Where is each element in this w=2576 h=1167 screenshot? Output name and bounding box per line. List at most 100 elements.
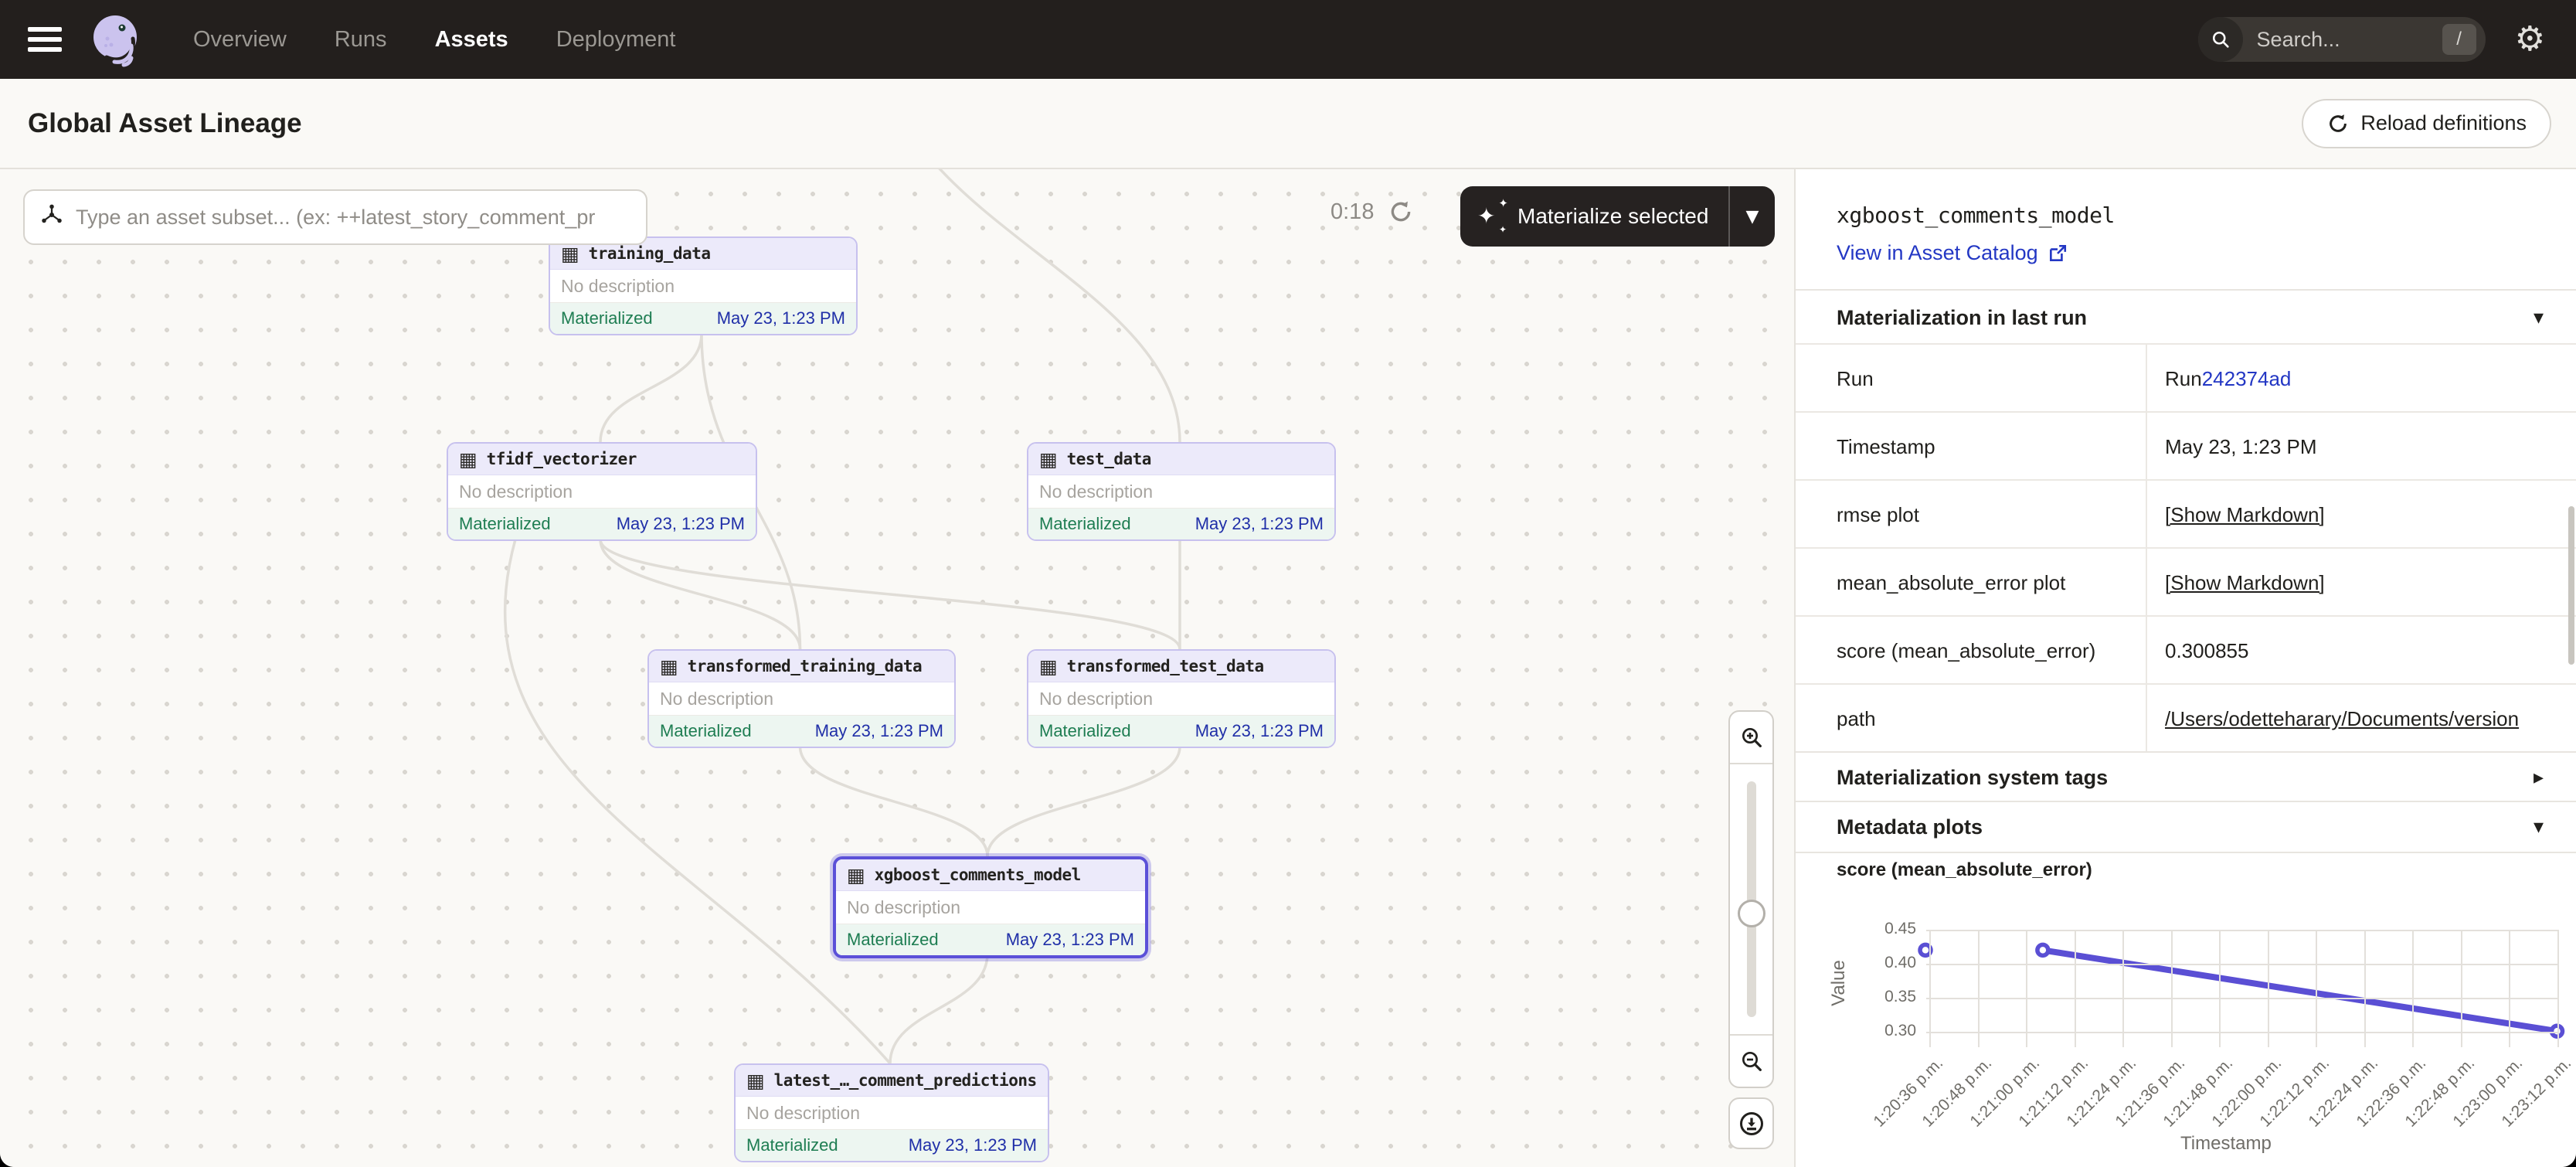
refresh-icon[interactable] (1388, 199, 1414, 225)
metadata-value: /Users/odetteharary/Documents/version (2165, 685, 2574, 753)
materialization-time: May 23, 1:23 PM (1195, 514, 1324, 534)
metadata-value: Run 242374ad (2165, 345, 2574, 413)
metadata-link[interactable]: /Users/odetteharary/Documents/version (2165, 707, 2519, 731)
asset-graph-icon (40, 203, 63, 231)
metadata-row-rmse-plot: rmse plot [Show Markdown] (1796, 479, 2576, 547)
asset-description: No description (1028, 682, 1334, 716)
metadata-row-mean-absolute-error-plot: mean_absolute_error plot [Show Markdown] (1796, 547, 2576, 615)
asset-title: xgboost_comments_model (1837, 202, 2115, 228)
zoom-controls (1728, 710, 1774, 1088)
section-metadata-plots[interactable]: Metadata plots ▾ (1796, 801, 2576, 853)
asset-description: No description (649, 682, 954, 716)
view-in-asset-catalog-link[interactable]: View in Asset Catalog (1837, 241, 2068, 265)
table-icon: ▦ (746, 1071, 765, 1090)
metadata-label: score (mean_absolute_error) (1837, 617, 2095, 685)
chevron-down-icon: ▾ (2534, 306, 2544, 329)
nav-tab-deployment[interactable]: Deployment (556, 27, 676, 53)
graph-toolbar: Type an asset subset... (ex: ++latest_st… (0, 169, 1794, 254)
asset-description: No description (1028, 475, 1334, 509)
metadata-value: [Show Markdown] (2165, 549, 2574, 617)
asset-name: test_data (1067, 450, 1151, 468)
metadata-row-Timestamp: Timestamp May 23, 1:23 PM (1796, 411, 2576, 479)
dagster-logo-icon[interactable] (83, 8, 147, 71)
search-placeholder: Search... (2257, 28, 2442, 52)
metadata-link[interactable]: [Show Markdown] (2165, 503, 2325, 527)
asset-description: No description (736, 1097, 1048, 1130)
materialize-dropdown-caret[interactable]: ▼ (1730, 207, 1775, 226)
metadata-label: path (1837, 685, 1876, 753)
status-badge: Materialized (746, 1135, 838, 1155)
asset-filter-input[interactable]: Type an asset subset... (ex: ++latest_st… (23, 189, 647, 245)
asset-name: xgboost_comments_model (875, 866, 1081, 884)
materialization-time: May 23, 1:23 PM (617, 514, 745, 534)
panel-scrollbar[interactable] (2568, 506, 2574, 665)
status-badge: Materialized (1039, 514, 1131, 534)
metadata-label: mean_absolute_error plot (1837, 549, 2065, 617)
menu-icon[interactable] (28, 27, 62, 52)
search-icon (2198, 17, 2243, 62)
chevron-down-icon: ▾ (2534, 815, 2544, 839)
asset-node-xgboost_comments_model[interactable]: ▦ xgboost_comments_model No description … (833, 856, 1148, 958)
settings-gear-icon[interactable]: ⚙ (2515, 22, 2545, 56)
asset-name: transformed_test_data (1067, 657, 1264, 675)
asset-name: latest_…_comment_predictions (774, 1071, 1037, 1090)
table-icon: ▦ (459, 450, 477, 469)
run-id-link[interactable]: 242374ad (2202, 367, 2292, 391)
chevron-right-icon: ▸ (2534, 766, 2544, 789)
page-title: Global Asset Lineage (28, 108, 302, 139)
chart-y-tick: 0.35 (1856, 988, 1916, 1006)
metadata-label: Run (1837, 345, 1874, 413)
global-search-input[interactable]: Search... / (2198, 17, 2486, 62)
metadata-label: rmse plot (1837, 481, 1919, 549)
external-link-icon (2048, 243, 2068, 264)
reload-definitions-button[interactable]: Reload definitions (2302, 99, 2551, 148)
asset-node-transformed_training_data[interactable]: ▦ transformed_training_data No descripti… (647, 649, 956, 748)
metadata-row-path: path/Users/odetteharary/Documents/versio… (1796, 683, 2576, 751)
nav-tab-overview[interactable]: Overview (193, 27, 287, 53)
zoom-slider[interactable] (1730, 764, 1772, 1034)
table-icon: ▦ (660, 657, 678, 676)
lineage-graph-canvas[interactable]: ▦ training_data No description Materiali… (0, 169, 1794, 1167)
sparkles-icon: ✦✦✦ (1477, 199, 1508, 233)
asset-node-transformed_test_data[interactable]: ▦ transformed_test_data No description M… (1027, 649, 1336, 748)
nav-tab-assets[interactable]: Assets (435, 27, 508, 53)
asset-node-test_data[interactable]: ▦ test_data No description Materialized … (1027, 442, 1336, 541)
asset-description: No description (836, 891, 1145, 924)
metadata-label: Timestamp (1837, 413, 1935, 481)
download-image-button[interactable] (1728, 1097, 1774, 1149)
chart-y-tick: 0.40 (1856, 954, 1916, 972)
asset-description: No description (448, 475, 756, 509)
section-materialization-last-run[interactable]: Materialization in last run ▾ (1796, 289, 2576, 345)
nav-tab-runs[interactable]: Runs (335, 27, 387, 53)
status-badge: Materialized (561, 308, 653, 328)
timer-value: 0:18 (1330, 199, 1374, 225)
zoom-in-button[interactable] (1730, 712, 1772, 764)
chart-title: score (mean_absolute_error) (1837, 859, 2092, 881)
metadata-value: 0.300855 (2165, 617, 2574, 685)
zoom-slider-handle[interactable] (1738, 900, 1765, 927)
zoom-out-button[interactable] (1730, 1034, 1772, 1087)
nav-links: Overview Runs Assets Deployment (193, 27, 675, 53)
top-nav: Overview Runs Assets Deployment Search... /… (0, 0, 2576, 79)
metadata-row-Run: Run Run 242374ad (1796, 343, 2576, 411)
asset-node-latest_…_comment_predictions[interactable]: ▦ latest_…_comment_predictions No descri… (734, 1063, 1049, 1162)
section-system-tags[interactable]: Materialization system tags ▸ (1796, 751, 2576, 802)
table-icon: ▦ (847, 866, 865, 885)
asset-name: tfidf_vectorizer (487, 450, 637, 468)
materialize-selected-button[interactable]: ✦✦✦ Materialize selected ▼ (1460, 186, 1775, 247)
app-window: Overview Runs Assets Deployment Search... /… (0, 0, 2576, 1167)
status-badge: Materialized (847, 930, 939, 950)
metadata-link[interactable]: [Show Markdown] (2165, 571, 2325, 595)
materialization-time: May 23, 1:23 PM (815, 721, 943, 741)
chart-y-tick: 0.45 (1856, 920, 1916, 938)
chart-y-tick: 0.30 (1856, 1022, 1916, 1040)
metadata-value: May 23, 1:23 PM (2165, 413, 2574, 481)
status-badge: Materialized (660, 721, 752, 741)
asset-node-tfidf_vectorizer[interactable]: ▦ tfidf_vectorizer No description Materi… (447, 442, 757, 541)
metadata-row-score-mean-absolute-error-: score (mean_absolute_error) 0.300855 (1796, 615, 2576, 683)
table-icon: ▦ (1039, 450, 1058, 469)
page-header: Global Asset Lineage Reload definitions (0, 79, 2576, 169)
download-icon (1738, 1110, 1765, 1138)
materialization-time: May 23, 1:23 PM (1006, 930, 1134, 950)
materialization-time: May 23, 1:23 PM (1195, 721, 1324, 741)
